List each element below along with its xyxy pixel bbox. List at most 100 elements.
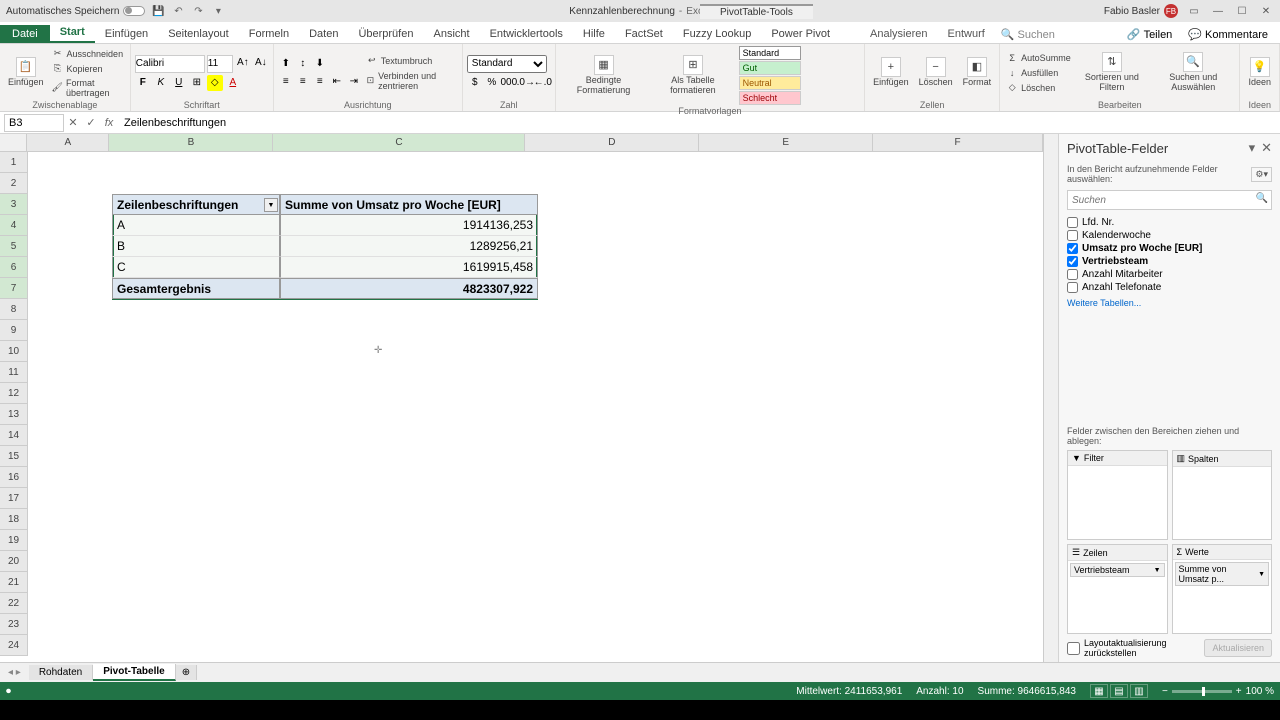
row-header[interactable]: 20 bbox=[0, 551, 28, 572]
share-button[interactable]: 🔗Teilen bbox=[1121, 26, 1178, 43]
minimize-icon[interactable]: — bbox=[1210, 4, 1226, 18]
italic-button[interactable]: K bbox=[153, 75, 169, 91]
row-header[interactable]: 9 bbox=[0, 320, 28, 341]
row-header[interactable]: 19 bbox=[0, 530, 28, 551]
align-bottom-icon[interactable]: ⬇ bbox=[312, 56, 328, 72]
row-header[interactable]: 23 bbox=[0, 614, 28, 635]
cell-styles-gallery[interactable]: Standard Gut Neutral Schlecht bbox=[739, 46, 861, 105]
font-color-button[interactable]: A bbox=[225, 75, 241, 91]
formula-content[interactable]: Zeilenbeschriftungen bbox=[118, 117, 1280, 129]
close-icon[interactable]: ✕ bbox=[1258, 4, 1274, 18]
autosum-button[interactable]: ΣAutoSumme bbox=[1004, 51, 1073, 65]
wrap-text-button[interactable]: ↩Textumbruch bbox=[364, 54, 458, 68]
cell[interactable]: Gesamtergebnis bbox=[112, 278, 280, 299]
defer-layout-checkbox[interactable] bbox=[1067, 642, 1080, 655]
confirm-edit-icon[interactable]: ✓ bbox=[82, 116, 100, 129]
column-header[interactable]: E bbox=[699, 134, 873, 152]
normal-view-icon[interactable]: ▦ bbox=[1090, 684, 1108, 698]
field-checkbox[interactable] bbox=[1067, 243, 1078, 254]
value-field-chip[interactable]: Summe von Umsatz p...▼ bbox=[1175, 562, 1270, 586]
autosave-toggle[interactable]: Automatisches Speichern bbox=[6, 6, 145, 17]
tab-developer[interactable]: Entwicklertools bbox=[480, 25, 573, 43]
spreadsheet-grid[interactable]: ABCDEF 123456789101112131415161718192021… bbox=[0, 134, 1043, 662]
row-header[interactable]: 24 bbox=[0, 635, 28, 656]
update-button[interactable]: Aktualisieren bbox=[1204, 639, 1272, 657]
filter-area[interactable]: ▼Filter bbox=[1067, 450, 1168, 540]
font-name-input[interactable] bbox=[135, 55, 205, 73]
maximize-icon[interactable]: ☐ bbox=[1234, 4, 1250, 18]
cut-button[interactable]: ✂Ausschneiden bbox=[50, 47, 126, 61]
row-header[interactable]: 11 bbox=[0, 362, 28, 383]
field-search-input[interactable] bbox=[1067, 190, 1272, 210]
tab-analyze[interactable]: Analysieren bbox=[860, 25, 937, 43]
field-list-item[interactable]: Anzahl Mitarbeiter bbox=[1067, 268, 1272, 281]
underline-button[interactable]: U bbox=[171, 75, 187, 91]
more-tables-link[interactable]: Weitere Tabellen... bbox=[1059, 296, 1280, 310]
format-painter-button[interactable]: 🖌Format übertragen bbox=[50, 77, 126, 99]
percent-icon[interactable]: % bbox=[484, 75, 500, 91]
increase-font-icon[interactable]: A↑ bbox=[235, 55, 251, 71]
row-header[interactable]: 5 bbox=[0, 236, 28, 257]
ideas-button[interactable]: 💡Ideen bbox=[1244, 55, 1275, 90]
cell[interactable]: 4823307,922 bbox=[280, 278, 538, 299]
format-as-table-button[interactable]: ⊞Als Tabelle formatieren bbox=[649, 53, 736, 98]
redo-icon[interactable]: ↷ bbox=[191, 4, 205, 18]
sheet-tab-pivot[interactable]: Pivot-Tabelle bbox=[93, 664, 176, 681]
currency-icon[interactable]: $ bbox=[467, 75, 483, 91]
field-checkbox[interactable] bbox=[1067, 256, 1078, 267]
tab-start[interactable]: Start bbox=[50, 23, 95, 43]
field-checkbox[interactable] bbox=[1067, 269, 1078, 280]
row-header[interactable]: 15 bbox=[0, 446, 28, 467]
row-header[interactable]: 14 bbox=[0, 425, 28, 446]
column-header[interactable]: A bbox=[27, 134, 109, 152]
ribbon-options-icon[interactable]: ▭ bbox=[1186, 4, 1202, 18]
tab-factset[interactable]: FactSet bbox=[615, 25, 673, 43]
rows-area[interactable]: ☰Zeilen Vertriebsteam▼ bbox=[1067, 544, 1168, 634]
find-select-button[interactable]: 🔍Suchen und Auswählen bbox=[1151, 50, 1235, 95]
tab-help[interactable]: Hilfe bbox=[573, 25, 615, 43]
row-header[interactable]: 17 bbox=[0, 488, 28, 509]
values-area[interactable]: ΣWerte Summe von Umsatz p...▼ bbox=[1172, 544, 1273, 634]
cell[interactable]: A bbox=[112, 215, 280, 236]
row-header[interactable]: 8 bbox=[0, 299, 28, 320]
gear-icon[interactable]: ⚙▾ bbox=[1251, 167, 1272, 182]
fx-icon[interactable]: fx bbox=[100, 117, 118, 129]
tab-data[interactable]: Daten bbox=[299, 25, 348, 43]
row-header[interactable]: 22 bbox=[0, 593, 28, 614]
row-header[interactable]: 3 bbox=[0, 194, 28, 215]
tab-file[interactable]: Datei bbox=[0, 25, 50, 43]
save-icon[interactable]: 💾 bbox=[151, 4, 165, 18]
comma-icon[interactable]: 000 bbox=[501, 75, 517, 91]
align-middle-icon[interactable]: ↕ bbox=[295, 56, 311, 72]
clear-button[interactable]: ◇Löschen bbox=[1004, 81, 1073, 95]
conditional-format-button[interactable]: ▦Bedingte Formatierung bbox=[560, 53, 647, 98]
row-header[interactable]: 7 bbox=[0, 278, 28, 299]
field-checkbox[interactable] bbox=[1067, 282, 1078, 293]
cell[interactable]: 1914136,253 bbox=[280, 215, 538, 236]
add-sheet-button[interactable]: ⊕ bbox=[176, 665, 197, 680]
cancel-edit-icon[interactable]: ✕ bbox=[64, 116, 82, 129]
column-header[interactable]: B bbox=[109, 134, 273, 152]
tab-review[interactable]: Überprüfen bbox=[348, 25, 423, 43]
indent-inc-icon[interactable]: ⇥ bbox=[346, 74, 362, 90]
pivot-filter-dropdown[interactable]: ▼ bbox=[264, 198, 278, 212]
tab-design[interactable]: Entwurf bbox=[938, 25, 995, 43]
field-list-item[interactable]: Vertriebsteam bbox=[1067, 255, 1272, 268]
paste-button[interactable]: 📋Einfügen bbox=[4, 55, 48, 90]
align-right-icon[interactable]: ≡ bbox=[312, 74, 328, 90]
tab-powerpivot[interactable]: Power Pivot bbox=[761, 25, 840, 43]
row-header[interactable]: 1 bbox=[0, 152, 28, 173]
merge-button[interactable]: ⊡Verbinden und zentrieren bbox=[364, 70, 458, 92]
row-header[interactable]: 4 bbox=[0, 215, 28, 236]
column-header[interactable]: D bbox=[525, 134, 699, 152]
indent-dec-icon[interactable]: ⇤ bbox=[329, 74, 345, 90]
field-checkbox[interactable] bbox=[1067, 217, 1078, 228]
zoom-control[interactable]: −+ 100 % bbox=[1162, 686, 1274, 697]
row-header[interactable]: 10 bbox=[0, 341, 28, 362]
pane-menu-icon[interactable]: ▾ bbox=[1249, 140, 1256, 156]
row-header[interactable]: 16 bbox=[0, 467, 28, 488]
page-break-view-icon[interactable]: ▥ bbox=[1130, 684, 1148, 698]
copy-button[interactable]: ⎘Kopieren bbox=[50, 62, 126, 76]
field-list-item[interactable]: Lfd. Nr. bbox=[1067, 216, 1272, 229]
cell[interactable]: 1289256,21 bbox=[280, 236, 538, 257]
